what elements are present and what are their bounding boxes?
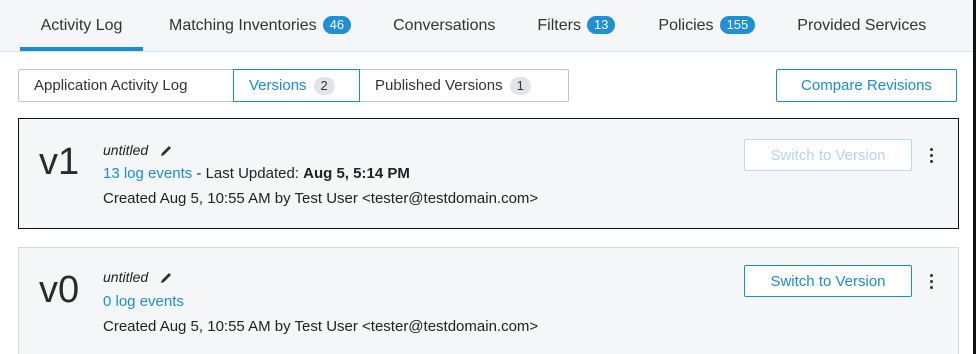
switch-to-version-button[interactable]: Switch to Version [744, 139, 912, 171]
version-card-v0[interactable]: v0 untitled 0 log events Created Aug 5, … [18, 247, 959, 354]
tab-label: Matching Inventories [169, 17, 317, 34]
more-options-icon[interactable] [922, 270, 940, 292]
tab-matching-inventories[interactable]: Matching Inventories 46 [169, 0, 352, 51]
tab-label: Policies [658, 17, 714, 34]
tab-label: Activity Log [40, 17, 123, 34]
version-created: Created Aug 5, 10:55 AM by Test User <te… [103, 190, 539, 207]
subtab-label: Versions [249, 77, 307, 94]
version-name-row: untitled [103, 142, 173, 158]
log-events-link[interactable]: 0 log events [103, 293, 184, 310]
version-meta-line: 0 log events [103, 293, 184, 310]
pencil-icon[interactable] [160, 144, 173, 157]
count-badge: 13 [586, 16, 616, 34]
last-updated-label: - Last Updated: [192, 165, 304, 182]
version-name: untitled [103, 269, 149, 285]
tab-label: Conversations [393, 17, 496, 34]
log-events-link[interactable]: 13 log events [103, 165, 192, 182]
subtab-label: Application Activity Log [34, 77, 188, 94]
more-options-icon[interactable] [922, 144, 940, 166]
tab-conversations[interactable]: Conversations [393, 0, 495, 51]
tab-policies[interactable]: Policies 155 [658, 0, 756, 51]
version-name-row: untitled [103, 269, 173, 285]
top-tab-bar: Activity Log Matching Inventories 46 Con… [0, 0, 973, 52]
version-subtabs: Application Activity Log Versions 2 Publ… [18, 69, 569, 102]
subtab-published-versions[interactable]: Published Versions 1 [359, 69, 569, 102]
tab-provided-services[interactable]: Provided Services [797, 0, 926, 51]
tab-filters[interactable]: Filters 13 [537, 0, 616, 51]
version-card-v1[interactable]: v1 untitled 13 log events - Last Updated… [18, 118, 959, 229]
count-badge: 155 [719, 16, 756, 34]
version-created: Created Aug 5, 10:55 AM by Test User <te… [103, 318, 539, 335]
subtab-label: Published Versions [375, 77, 503, 94]
tab-label: Filters [537, 17, 581, 34]
subtab-application-activity-log[interactable]: Application Activity Log [18, 69, 234, 102]
count-badge: 2 [313, 76, 335, 95]
switch-to-version-button[interactable]: Switch to Version [744, 265, 912, 297]
count-badge: 46 [322, 16, 352, 34]
tab-label: Provided Services [797, 17, 927, 34]
compare-revisions-button[interactable]: Compare Revisions [776, 69, 957, 102]
version-label: v1 [39, 141, 80, 183]
version-name: untitled [103, 142, 149, 158]
count-badge: 1 [509, 76, 531, 95]
pencil-icon[interactable] [160, 271, 173, 284]
version-meta-line: 13 log events - Last Updated: Aug 5, 5:1… [103, 165, 410, 182]
subtab-versions[interactable]: Versions 2 [233, 69, 360, 102]
version-label: v0 [39, 269, 80, 311]
tab-activity-log[interactable]: Activity Log [20, 0, 143, 51]
last-updated-value: Aug 5, 5:14 PM [303, 165, 410, 182]
